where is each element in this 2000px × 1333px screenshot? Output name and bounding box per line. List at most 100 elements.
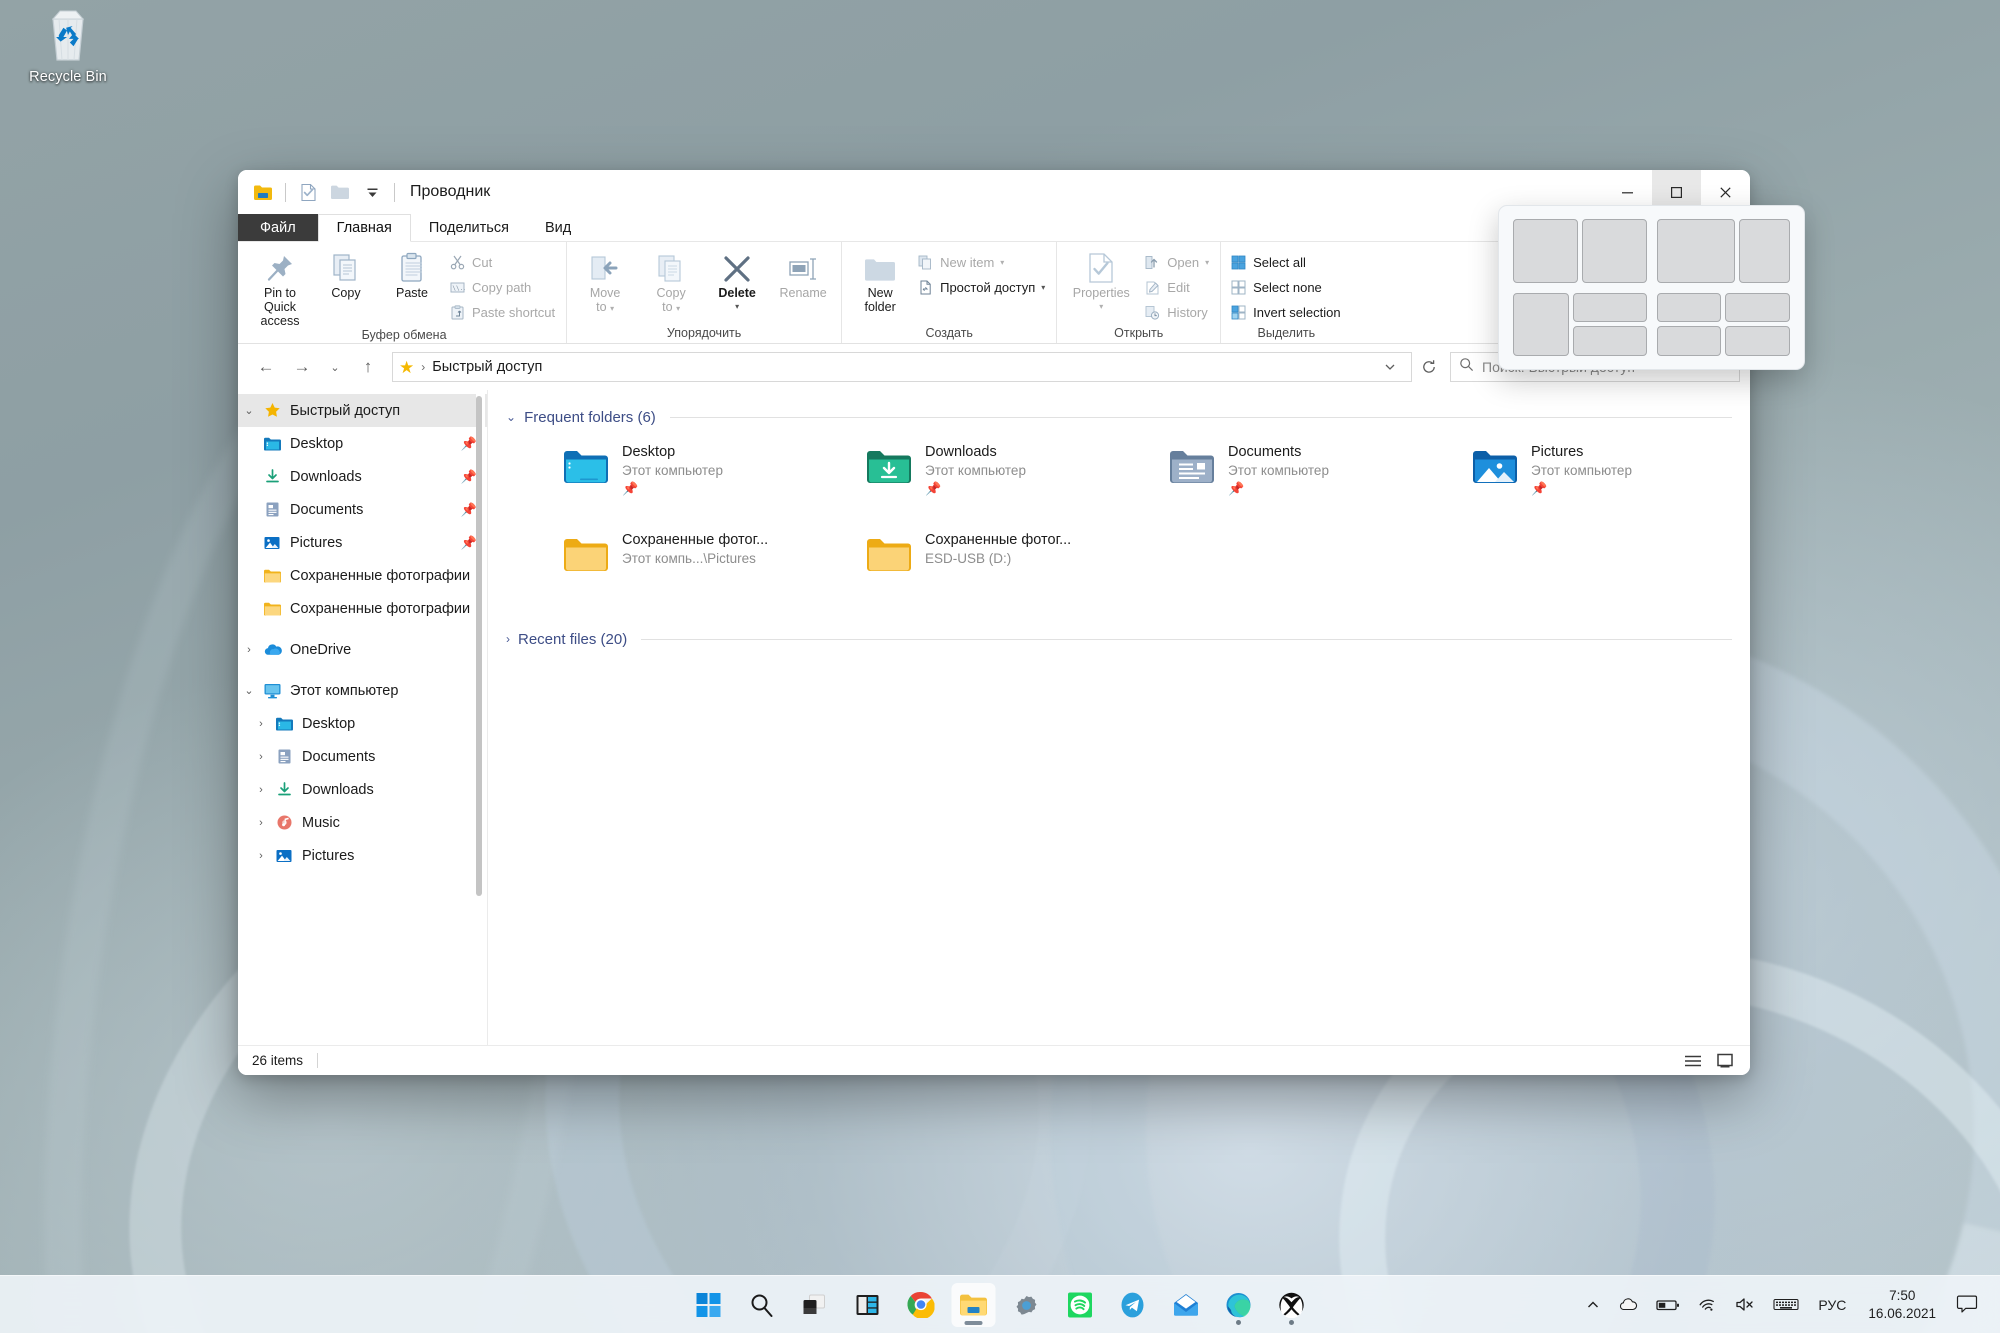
snap-layouts-flyout[interactable] [1498, 205, 1805, 370]
snap-cell[interactable] [1513, 292, 1570, 356]
recent-files-header[interactable]: › Recent files (20) [506, 626, 1732, 652]
search-button[interactable] [740, 1283, 784, 1327]
folder-tile-documents[interactable]: Documents Этот компьютер 📌 [1112, 444, 1415, 516]
address-box[interactable]: ★ › Быстрый доступ [392, 352, 1412, 382]
new-folder-button[interactable]: New folder [848, 246, 912, 314]
paste-button[interactable]: Paste [380, 246, 444, 300]
xbox-button[interactable] [1270, 1283, 1314, 1327]
chrome-button[interactable] [899, 1283, 943, 1327]
spotify-button[interactable] [1058, 1283, 1102, 1327]
cloud-icon[interactable] [1609, 1283, 1647, 1327]
breadcrumb[interactable]: Быстрый доступ [432, 359, 542, 375]
mail-button[interactable] [1164, 1283, 1208, 1327]
pin-icon[interactable]: 📌 [461, 436, 477, 452]
copy-to-button[interactable]: Copy to ▾ [639, 246, 703, 314]
taskbar[interactable]: РУС 7:50 16.06.2021 [0, 1275, 2000, 1333]
back-button[interactable]: ← [248, 351, 284, 383]
snap-cell[interactable] [1573, 292, 1647, 323]
start-button[interactable] [687, 1283, 731, 1327]
snap-cell[interactable] [1581, 219, 1647, 283]
task-view-button[interactable] [793, 1283, 837, 1327]
sidebar-scrollbar[interactable] [476, 392, 485, 912]
snap-four-quadrant-option[interactable] [1656, 292, 1790, 356]
chevron-down-icon[interactable] [357, 177, 387, 207]
chevron-right-icon[interactable]: › [250, 784, 272, 796]
chevron-down-icon[interactable]: ⌄ [238, 404, 260, 417]
pin-icon[interactable]: 📌 [461, 469, 477, 485]
frequent-folders-grid[interactable]: Desktop Этот компьютер 📌 Downloads Этот … [506, 444, 1732, 604]
snap-cell[interactable] [1725, 292, 1790, 323]
snap-big-left-small-right-option[interactable] [1656, 219, 1791, 283]
keyboard-icon[interactable] [1764, 1283, 1808, 1327]
copy-button[interactable]: Copy [314, 246, 378, 300]
chevron-right-icon[interactable]: › [238, 644, 260, 656]
settings-button[interactable] [1005, 1283, 1049, 1327]
chevron-right-icon[interactable]: › [250, 817, 272, 829]
folder-tile-pictures[interactable]: Pictures Этот компьютер 📌 [1415, 444, 1718, 516]
invert-selection-button[interactable]: Invert selection [1227, 301, 1345, 324]
file-explorer-button[interactable] [951, 1282, 996, 1327]
chevron-right-icon[interactable]: › [506, 632, 510, 646]
chevron-down-icon[interactable]: ▾ [735, 303, 739, 311]
folder-tile-saved-pictures-2[interactable]: Сохраненные фотог... ESD-USB (D:) [809, 532, 1112, 604]
tab-file[interactable]: Файл [238, 214, 318, 241]
quick-access-toolbar[interactable] [238, 177, 400, 207]
volume-muted-icon[interactable] [1726, 1283, 1764, 1327]
pin-icon[interactable]: 📌 [461, 535, 477, 551]
edit-button[interactable]: Edit [1141, 276, 1214, 299]
properties-qat-button[interactable] [293, 177, 323, 207]
new-folder-qat-button[interactable] [325, 177, 355, 207]
sidebar-item-pc-documents[interactable]: › Documents [238, 740, 487, 773]
sidebar-item-pc-desktop[interactable]: › Desktop [238, 707, 487, 740]
pin-to-quick-access-button[interactable]: Pin to Quick access [248, 246, 312, 328]
history-button[interactable]: History [1141, 301, 1214, 324]
wifi-icon[interactable] [1689, 1283, 1726, 1327]
recent-locations-button[interactable]: ⌄ [320, 351, 350, 383]
easy-access-button[interactable]: Простой доступ ▾ [914, 276, 1050, 299]
sidebar-item-documents[interactable]: Documents 📌 [238, 493, 487, 526]
folder-tile-downloads[interactable]: Downloads Этот компьютер 📌 [809, 444, 1112, 516]
sidebar-item-this-pc[interactable]: ⌄ Этот компьютер [238, 674, 487, 707]
widgets-button[interactable] [846, 1283, 890, 1327]
select-all-button[interactable]: Select all [1227, 251, 1345, 274]
system-tray[interactable]: РУС 7:50 16.06.2021 [1577, 1283, 1992, 1327]
sidebar-item-pictures[interactable]: Pictures 📌 [238, 526, 487, 559]
properties-button[interactable]: Properties ▾ [1063, 246, 1139, 311]
sidebar-item-quick-access[interactable]: ⌄ Быстрый доступ [238, 394, 487, 427]
snap-cell[interactable] [1573, 326, 1647, 356]
move-to-button[interactable]: Move to ▾ [573, 246, 637, 314]
edge-button[interactable] [1217, 1283, 1261, 1327]
chevron-right-icon[interactable]: › [250, 718, 272, 730]
address-dropdown-button[interactable] [1375, 353, 1405, 381]
chevron-right-icon[interactable]: › [250, 751, 272, 763]
snap-cell[interactable] [1656, 326, 1722, 356]
snap-two-equal-option[interactable] [1513, 219, 1647, 283]
navigation-pane[interactable]: ⌄ Быстрый доступ Desktop 📌 Downloads 📌 D… [238, 390, 488, 1045]
chat-icon[interactable] [1948, 1283, 1992, 1327]
snap-left-big-two-right-option[interactable] [1513, 292, 1647, 356]
frequent-folders-header[interactable]: ⌄ Frequent folders (6) [506, 404, 1732, 430]
snap-cell[interactable] [1656, 292, 1722, 323]
sidebar-scrollbar-thumb[interactable] [476, 396, 482, 896]
sidebar-item-downloads[interactable]: Downloads 📌 [238, 460, 487, 493]
desktop[interactable]: Recycle Bin Проводник Файл Главная Подел… [0, 0, 2000, 1333]
recycle-bin-desktop-icon[interactable]: Recycle Bin [8, 6, 128, 106]
chevron-down-icon[interactable]: ⌄ [506, 410, 516, 424]
open-button[interactable]: Open ▾ [1141, 251, 1214, 274]
sidebar-item-pc-pictures[interactable]: › Pictures [238, 839, 487, 872]
rename-button[interactable]: Rename [771, 246, 835, 300]
snap-cell[interactable] [1739, 219, 1790, 283]
new-item-button[interactable]: New item ▾ [914, 251, 1050, 274]
telegram-button[interactable] [1111, 1283, 1155, 1327]
chevron-down-icon[interactable]: ⌄ [238, 684, 260, 697]
tab-view[interactable]: Вид [527, 214, 589, 241]
cut-button[interactable]: Cut [446, 251, 560, 274]
file-list-pane[interactable]: ⌄ Frequent folders (6) Desktop Этот комп… [488, 390, 1750, 1045]
language-indicator[interactable]: РУС [1808, 1297, 1856, 1313]
clock[interactable]: 7:50 16.06.2021 [1856, 1287, 1948, 1323]
copy-path-button[interactable]: \\.. Copy path [446, 276, 560, 299]
tiles-view-icon[interactable] [1714, 1051, 1736, 1071]
chevron-right-icon[interactable]: › [250, 850, 272, 862]
snap-cell[interactable] [1725, 326, 1790, 356]
tab-share[interactable]: Поделиться [411, 214, 527, 241]
